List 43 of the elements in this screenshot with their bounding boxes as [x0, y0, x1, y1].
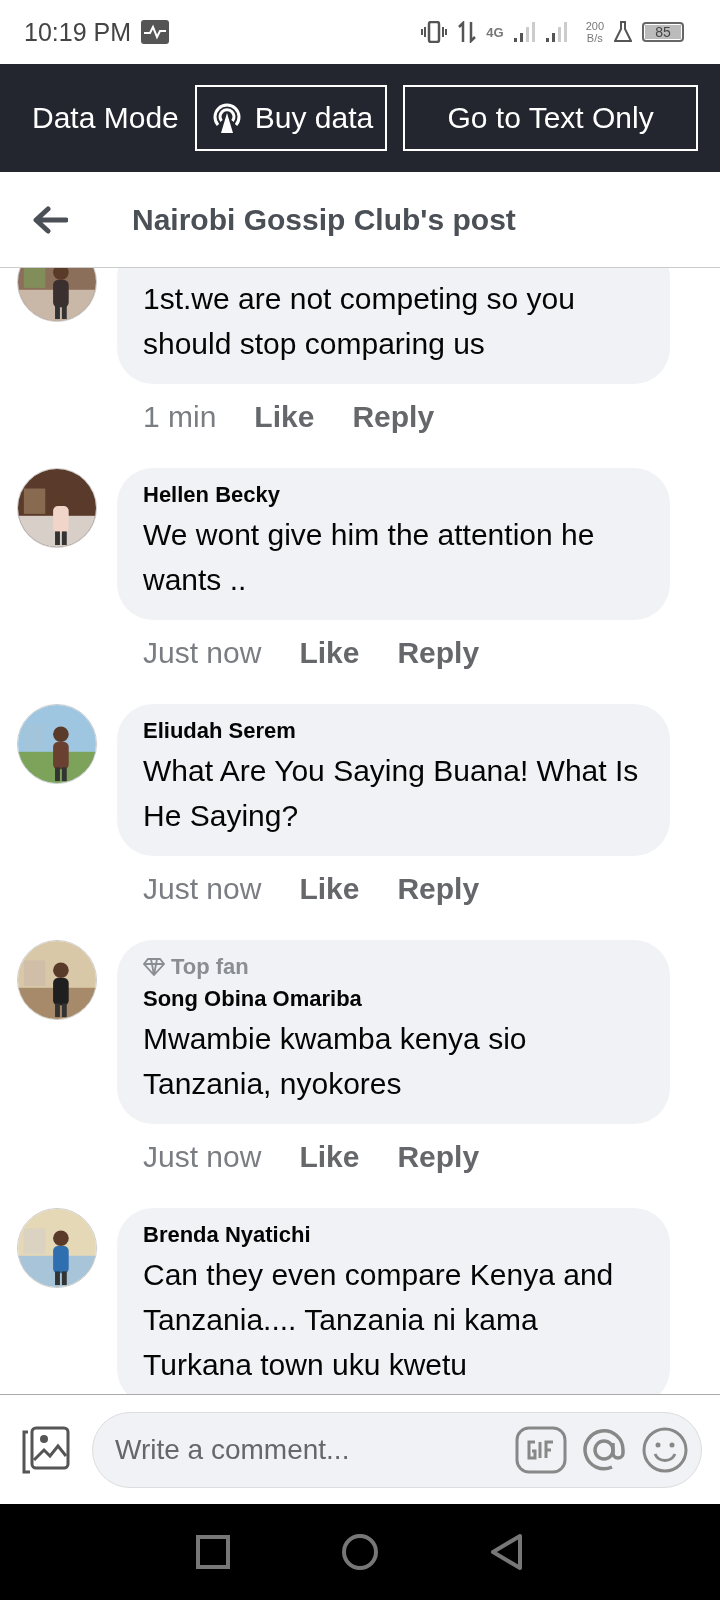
activity-icon: [141, 20, 169, 44]
data-mode-label: Data Mode: [32, 101, 179, 135]
reply-link[interactable]: Reply: [352, 400, 435, 434]
network-type: 4G: [486, 24, 504, 40]
status-time: 10:19 PM: [24, 17, 131, 47]
comment-time: Just now: [143, 636, 262, 670]
back-nav-button[interactable]: [490, 1533, 525, 1571]
speed-value: 200: [585, 19, 604, 32]
home-button[interactable]: [341, 1533, 379, 1571]
comment-text: 1st.we are not competing so you should stop comparing us: [143, 281, 576, 362]
gif-icon[interactable]: [515, 1425, 567, 1474]
commenter-name[interactable]: Hellen Becky: [143, 482, 644, 508]
emoji-icon[interactable]: [641, 1425, 689, 1474]
commenter-name[interactable]: Song Obina Omariba: [143, 986, 644, 1012]
speed-unit: B/s: [586, 32, 603, 45]
commenter-name[interactable]: Eliudah Serem: [143, 718, 644, 744]
comment-text: We wont give him the attention he wants ..: [143, 517, 596, 598]
reply-link[interactable]: Reply: [397, 636, 480, 670]
reply-link[interactable]: Reply: [397, 1140, 480, 1174]
comment-bar[interactable]: Write a comment...: [92, 1411, 702, 1488]
comment-time: Just now: [143, 872, 262, 906]
text-only-button[interactable]: Go to Text Only: [403, 85, 698, 151]
top-fan-label: Top fan: [171, 954, 249, 980]
buy-data-button[interactable]: Buy data: [194, 85, 388, 151]
comment-text: What Are You Saying Buana! What Is He Saying?: [143, 753, 640, 834]
like-link[interactable]: Like: [299, 872, 360, 906]
vibrate-icon: [420, 21, 449, 43]
like-link[interactable]: Like: [299, 1140, 360, 1174]
diamond-icon: [143, 958, 165, 976]
commenter-name[interactable]: Brenda Nyatichi: [143, 1222, 644, 1248]
post-title: Nairobi Gossip Club's post: [132, 202, 516, 237]
reply-link[interactable]: Reply: [397, 872, 480, 906]
recents-button[interactable]: [195, 1535, 230, 1569]
battery-icon: 85: [642, 22, 684, 42]
flask-icon: [614, 21, 632, 43]
like-link[interactable]: Like: [299, 636, 360, 670]
comment-text: Can they even compare Kenya and Tanzania.... Tanzania ni kama Turkana town uku kwetu: [143, 1257, 615, 1383]
comment-time: 1 min: [143, 400, 217, 434]
comment-time: Just now: [143, 1140, 262, 1174]
comment-text: Mwambie kwamba kenya sio Tanzania, nyokores: [143, 1021, 528, 1102]
data-transfer-icon: [458, 21, 477, 43]
comment-field[interactable]: Write a comment...: [113, 1432, 503, 1467]
like-link[interactable]: Like: [254, 400, 315, 434]
